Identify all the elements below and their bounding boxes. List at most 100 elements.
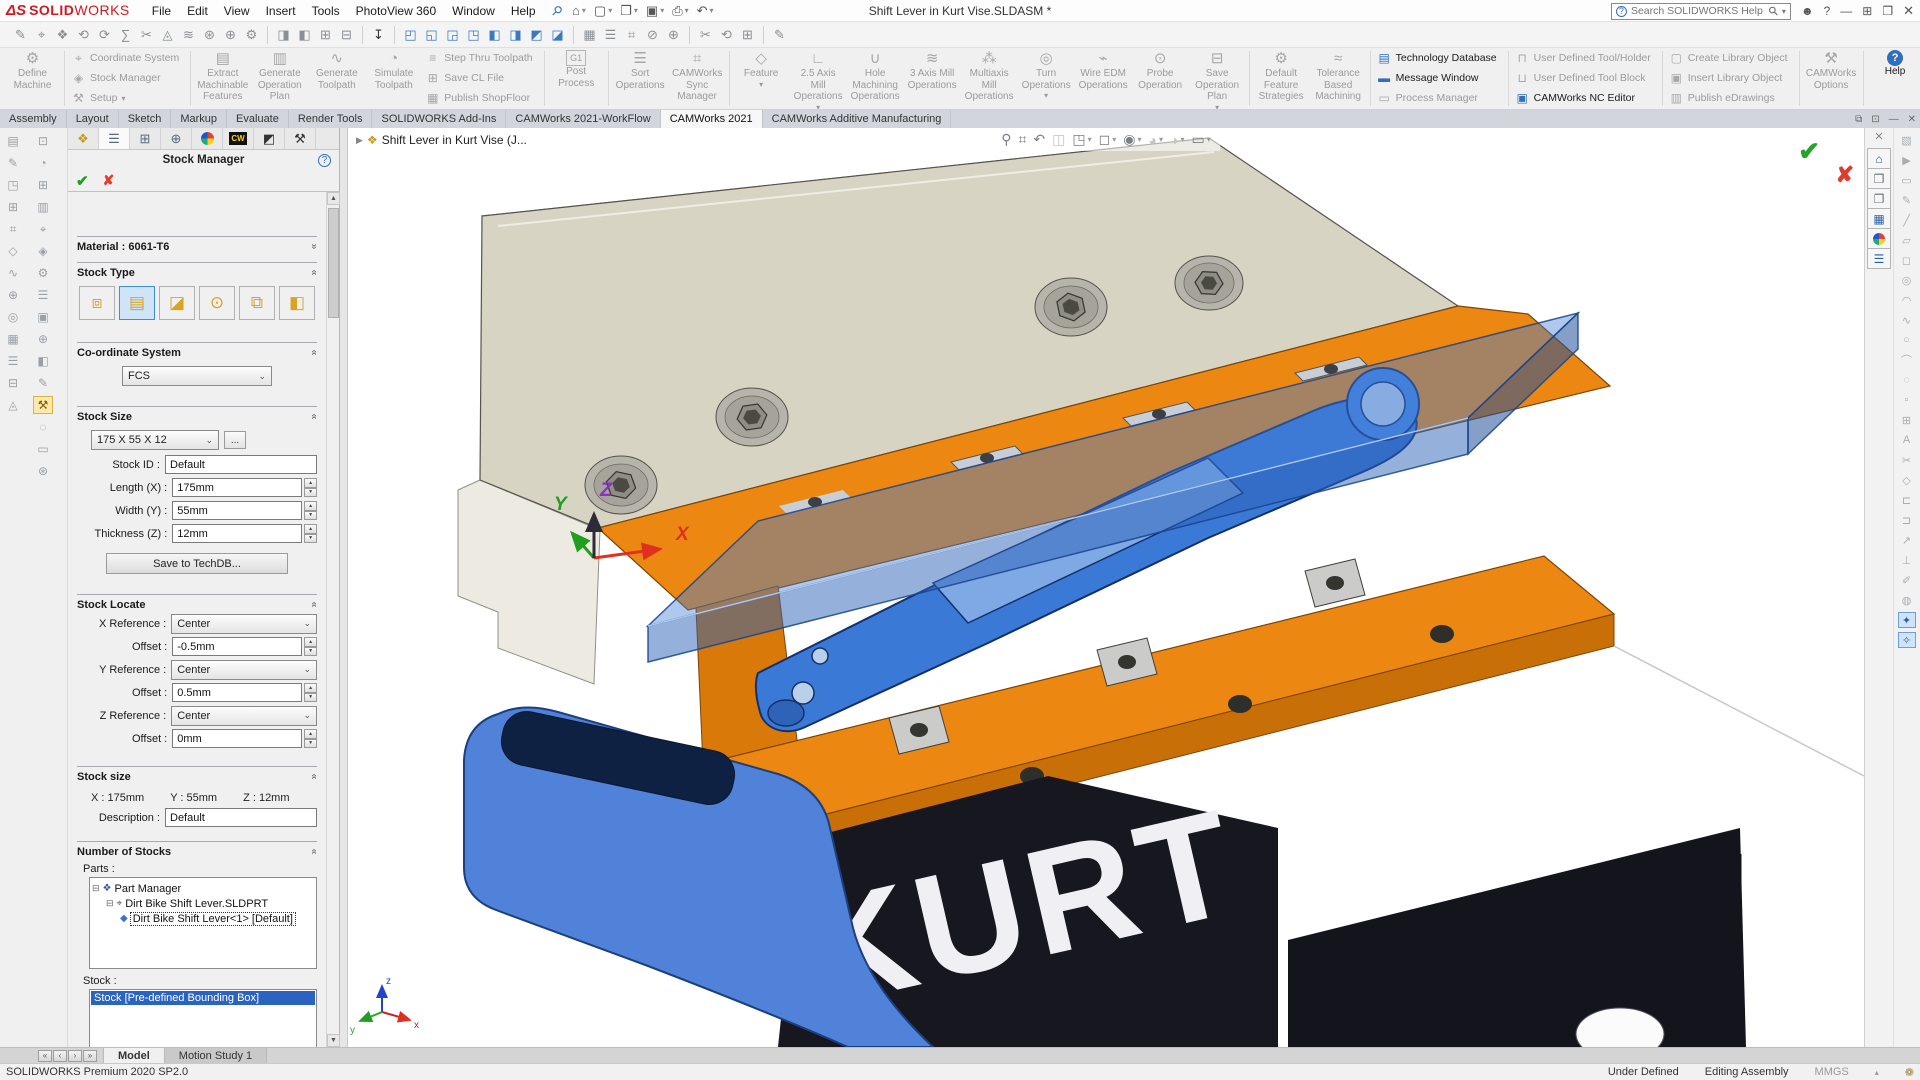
ribbon-item[interactable]: ⊞ Save CL File ▾ [422,68,540,88]
thickness-z-stepper[interactable]: ▲▼ [304,524,317,543]
toolbar-icon[interactable] [573,26,574,44]
panel-tab[interactable]: ⚒ [285,128,316,149]
toolbar-icon[interactable]: ◬ [157,25,178,45]
toolbar-icon[interactable] [689,26,690,44]
toolbar-icon[interactable]: ✎ [10,25,31,45]
ribbon-item[interactable]: ▾ [729,51,730,106]
right-tool-icon[interactable]: ◠ [1898,292,1916,308]
x-reference-select[interactable]: Center ⌄ [171,614,317,634]
menu-item[interactable]: File [144,0,179,21]
toolbar-icon[interactable]: ◨ [505,25,526,45]
tree-expander-icon[interactable]: ⊟ [106,898,114,909]
left-toolbar-icon[interactable]: ◔ [33,154,53,172]
ribbon-item[interactable]: ◈ Stock Manager ▾ [68,68,187,88]
toolbar-icon[interactable]: ◧ [484,25,505,45]
collapse-icon[interactable]: » [309,270,320,276]
right-tool-icon[interactable]: ⊐ [1898,512,1916,528]
left-toolbar-icon[interactable]: ◬ [3,396,23,414]
ribbon-item[interactable]: ▥ Publish eDrawings ▾ [1666,88,1796,108]
stock-type-option[interactable]: ⊙ [199,286,235,320]
ribbon-item[interactable]: ☰ Sort Operations ▾ [612,48,669,109]
view-tool-button[interactable]: ⌗▾ [1019,131,1027,148]
scroll-up-icon[interactable]: ▲ [327,192,340,205]
toolbar-icon[interactable]: ⟲ [73,25,94,45]
command-tab[interactable]: Markup [171,110,227,128]
left-toolbar-icon[interactable]: ◎ [3,308,23,326]
search-box[interactable]: ? ⚲ ▾ [1611,3,1791,20]
toolbar-icon[interactable]: ❖ [52,25,73,45]
mdi-window-button[interactable]: ⧉ [1855,114,1862,125]
stock-type-option[interactable]: ⧈ [79,286,115,320]
panel-help-icon[interactable]: ? [318,154,331,167]
left-toolbar-icon[interactable]: ⚒ [33,396,53,414]
collapse-icon[interactable]: » [309,602,320,608]
view-tool-button[interactable]: ◉▾ [1123,131,1141,148]
menu-item[interactable]: Help [503,0,544,21]
ribbon-item[interactable]: G1 Post Process ▾ [548,48,605,109]
view-tool-button[interactable]: ◕▾ [1149,132,1163,148]
right-tool-icon[interactable]: ✐ [1898,572,1916,588]
close-icon[interactable]: ✕ [1874,130,1883,143]
stock-size-preset-select[interactable]: 175 X 55 X 12 ⌄ [91,430,219,450]
expand-icon[interactable]: » [309,244,320,250]
ribbon-item[interactable]: ◔ Simulate Toolpath ▾ [365,48,422,109]
x-offset-field[interactable] [172,637,302,656]
quick-access-button[interactable]: ↶▾ [694,3,717,19]
left-toolbar-icon[interactable]: ⚙ [33,264,53,282]
search-icon[interactable]: ⚲ [1765,3,1781,19]
right-tool-icon[interactable]: ▶ [1898,152,1916,168]
description-field[interactable] [165,808,317,827]
coordinate-system-section-header[interactable]: Co-ordinate System » [77,342,317,358]
left-toolbar-icon[interactable]: ∿ [3,264,23,282]
quick-access-button[interactable]: ⎙▾ [669,3,691,19]
view-tool-button[interactable]: ◳▾ [1072,131,1091,148]
cancel-button[interactable]: ✘ [103,172,115,189]
width-y-field[interactable] [172,501,302,520]
left-toolbar-icon[interactable]: ◈ [33,242,53,260]
task-pane-tab[interactable]: ❐ [1867,188,1891,209]
collapse-icon[interactable]: » [309,849,320,855]
ribbon-item[interactable]: ⚒ CAMWorks Options ▾ [1803,48,1860,109]
minimize-button[interactable]: — [1840,4,1852,18]
left-toolbar-icon[interactable]: ✎ [3,154,23,172]
stock-type-option[interactable]: ◪ [159,286,195,320]
left-toolbar-icon[interactable]: ▭ [33,440,53,458]
toolbar-icon[interactable] [362,26,363,44]
left-toolbar-icon[interactable]: ◇ [3,242,23,260]
right-tool-icon[interactable]: ✎ [1898,192,1916,208]
toolbar-icon[interactable]: ⊛ [199,25,220,45]
view-tool-button[interactable]: ↶▾ [1033,131,1045,148]
ribbon-item[interactable]: ▾ [1249,51,1250,106]
ribbon-item[interactable]: ▾ [1863,51,1864,106]
ribbon-item[interactable]: ⊙ Probe Operation ▾ [1132,48,1189,109]
toolbar-icon[interactable]: ☰ [600,25,621,45]
z-offset-field[interactable] [172,729,302,748]
left-toolbar-icon[interactable]: ✎ [33,374,53,392]
ribbon-item[interactable]: ▭ Process Manager ▾ [1374,88,1505,108]
ribbon-item[interactable]: ▾ [190,51,191,106]
ribbon-item[interactable]: ∿ Generate Toolpath ▾ [308,48,365,109]
toolbar-icon[interactable]: ✎ [769,25,790,45]
toolbar-icon[interactable]: ✂ [695,25,716,45]
right-tool-icon[interactable]: ▱ [1898,232,1916,248]
ribbon-item[interactable]: ▬ Message Window ▾ [1374,68,1505,88]
right-tool-icon[interactable]: ▧ [1898,132,1916,148]
document-tab[interactable]: Motion Study 1 [165,1048,267,1063]
right-tool-icon[interactable]: A [1898,432,1916,448]
toolbar-icon[interactable]: ⊞ [737,25,758,45]
ribbon-item[interactable]: ⁂ Multiaxis Mill Operations ▾ [961,48,1018,109]
toolbar-icon[interactable]: ↧ [368,25,389,45]
ribbon-item[interactable]: ⊟ Save Operation Plan ▾ [1189,48,1246,110]
view-tool-button[interactable]: ◫▾ [1052,131,1065,148]
toolbar-icon[interactable]: ◩ [526,25,547,45]
mdi-window-button[interactable]: ⊡ [1871,114,1879,125]
ribbon-item[interactable]: ≋ 3 Axis Mill Operations ▾ [904,48,961,109]
mdi-window-button[interactable]: — [1889,114,1899,125]
ribbon-item[interactable]: ▤ Technology Database ▾ [1374,48,1505,68]
left-toolbar-icon[interactable]: ▥ [33,198,53,216]
task-pane-tab[interactable]: ☰ [1867,248,1891,269]
confirm-ok-button[interactable]: ✔ [1798,136,1820,167]
right-tool-icon[interactable]: ✧ [1898,632,1916,648]
collapse-icon[interactable]: » [309,350,320,356]
right-tool-icon[interactable]: ◌ [1898,372,1916,388]
